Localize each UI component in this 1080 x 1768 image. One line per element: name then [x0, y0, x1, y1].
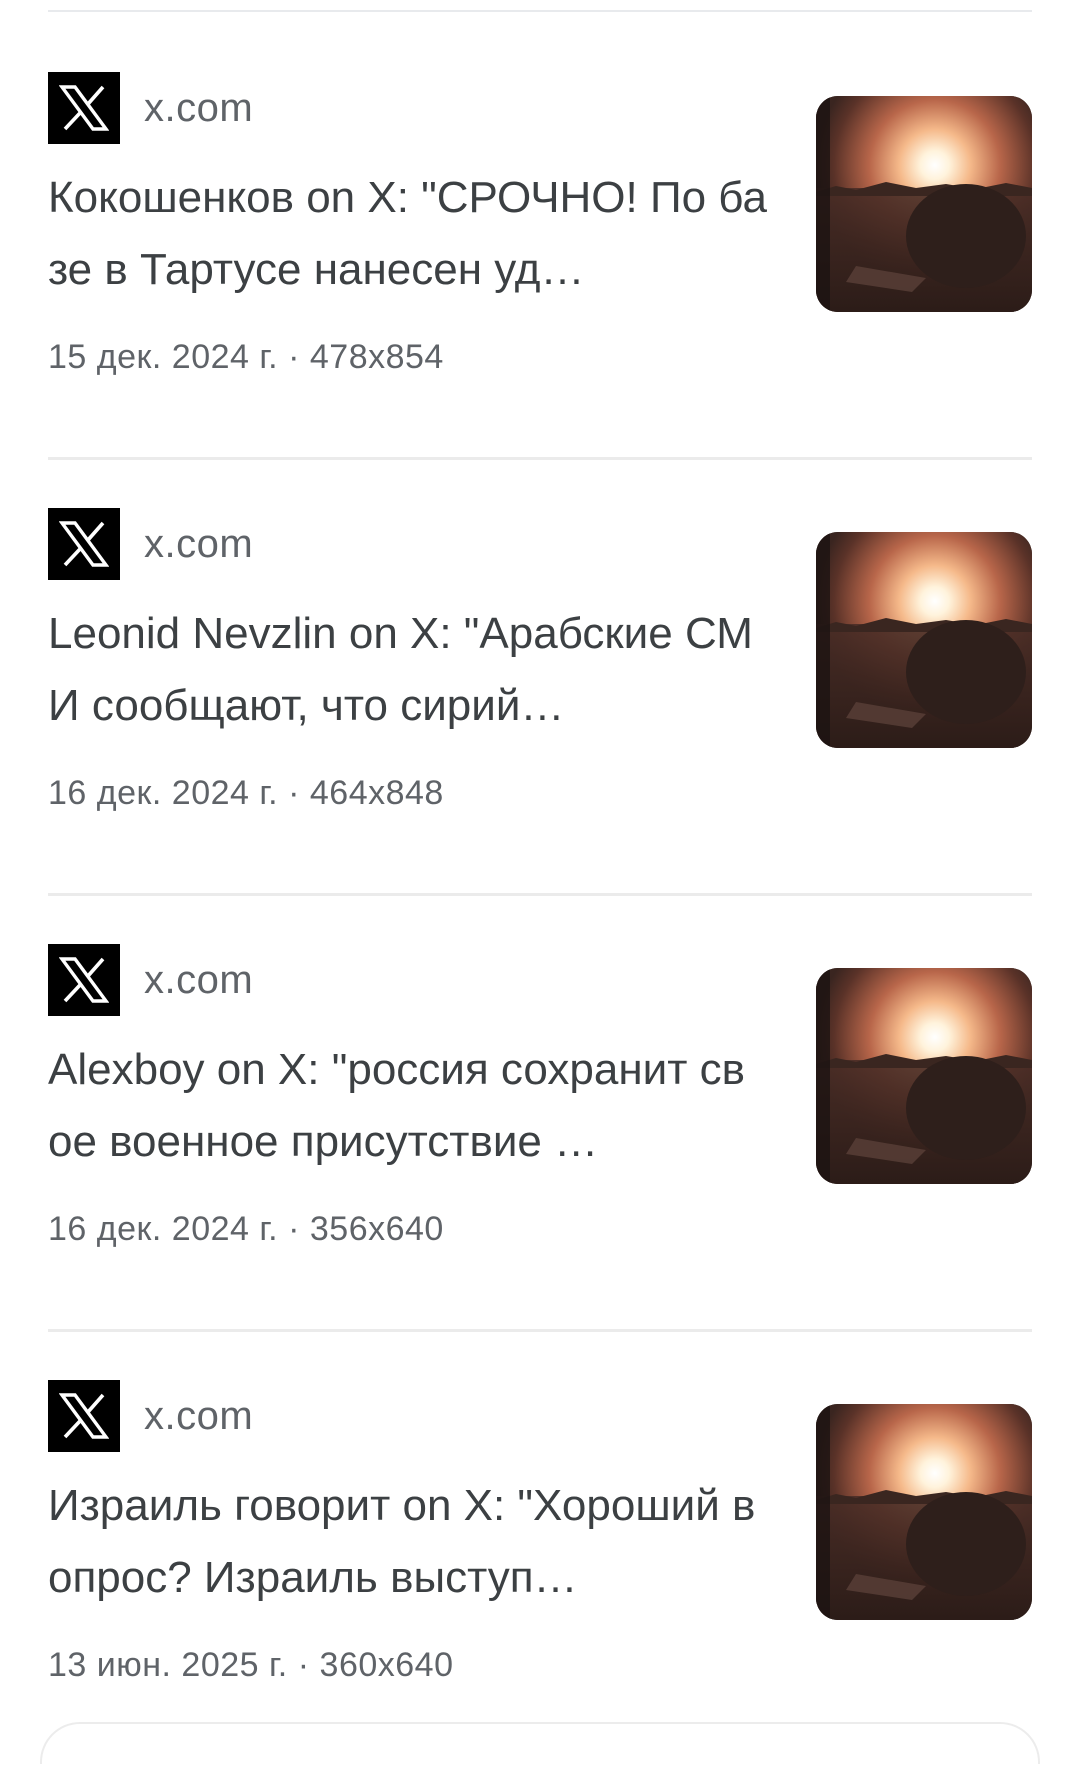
- source-row: x.com: [48, 508, 253, 580]
- result-meta: 16 дек. 2024 г. · 356x640: [48, 1210, 444, 1249]
- result-thumbnail[interactable]: [816, 968, 1032, 1184]
- result-card[interactable]: x.com Alexboy on X: "россия сохранит сво…: [0, 896, 1080, 1332]
- meta-separator: ·: [288, 338, 300, 376]
- result-card[interactable]: x.com Leonid Nevzlin on X: "Арабские СМИ…: [0, 460, 1080, 896]
- meta-separator: ·: [297, 1646, 310, 1684]
- x-logo-icon: [48, 508, 120, 580]
- result-meta: 13 июн. 2025 г. · 360x640: [48, 1646, 454, 1685]
- top-divider: [48, 10, 1032, 12]
- result-thumbnail[interactable]: [816, 532, 1032, 748]
- result-card[interactable]: x.com Кокошенков on X: "СРОЧНО! По базе …: [0, 24, 1080, 460]
- meta-separator: ·: [288, 774, 300, 812]
- result-meta: 16 дек. 2024 г. · 464x848: [48, 774, 444, 813]
- x-logo-icon: [48, 944, 120, 1016]
- x-logo-icon: [48, 1380, 120, 1452]
- source-name: x.com: [144, 957, 254, 1002]
- result-title[interactable]: Alexboy on X: "россия сохранит свое воен…: [48, 1034, 768, 1178]
- source-name: x.com: [144, 1393, 254, 1438]
- image-dimensions: 360x640: [319, 1646, 454, 1684]
- meta-separator: ·: [288, 1210, 300, 1248]
- source-row: x.com: [48, 1380, 253, 1452]
- image-dimensions: 478x854: [309, 338, 444, 376]
- result-meta: 15 дек. 2024 г. · 478x854: [48, 338, 444, 377]
- result-card[interactable]: x.com Израиль говорит on X: "Хороший воп…: [0, 1332, 1080, 1768]
- x-logo-icon: [48, 72, 120, 144]
- result-date: 16 дек. 2024 г.: [48, 1210, 279, 1248]
- result-title[interactable]: Leonid Nevzlin on X: "Арабские СМИ сообщ…: [48, 598, 768, 742]
- result-date: 13 июн. 2025 г.: [48, 1646, 288, 1684]
- result-date: 16 дек. 2024 г.: [48, 774, 279, 812]
- result-date: 15 дек. 2024 г.: [48, 338, 279, 376]
- result-thumbnail[interactable]: [816, 1404, 1032, 1620]
- result-title[interactable]: Кокошенков on X: "СРОЧНО! По базе в Тарт…: [48, 162, 768, 306]
- result-thumbnail[interactable]: [816, 96, 1032, 312]
- source-row: x.com: [48, 944, 253, 1016]
- source-name: x.com: [144, 521, 254, 566]
- source-row: x.com: [48, 72, 253, 144]
- source-name: x.com: [144, 85, 254, 130]
- image-dimensions: 464x848: [309, 774, 444, 812]
- next-card-edge: [40, 1722, 1040, 1764]
- image-dimensions: 356x640: [309, 1210, 444, 1248]
- result-title[interactable]: Израиль говорит on X: "Хороший вопрос? И…: [48, 1470, 768, 1614]
